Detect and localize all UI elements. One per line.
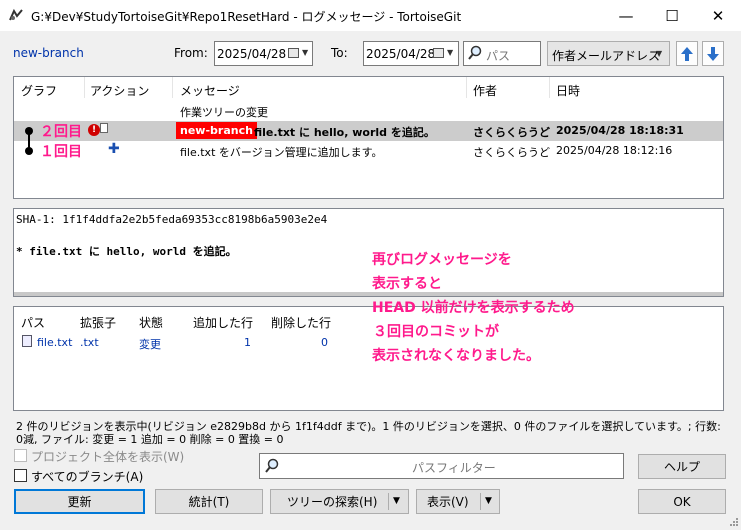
chevron-down-icon: ▼ [302, 48, 309, 57]
help-button[interactable]: ヘルプ [638, 454, 726, 479]
column-header-added[interactable]: 追加した行 [193, 314, 253, 331]
chevron-down-icon[interactable]: ▼ [393, 496, 400, 506]
annotation-line: ３回目のコミットが [373, 324, 499, 340]
prev-page-button[interactable] [676, 41, 698, 66]
checkbox-label: すべてのブランチ(A) [31, 470, 144, 484]
commit-body-text: * file.txt に hello, world を追記。 [16, 245, 237, 258]
annotation-note: 再びログメッセージを 表示すると HEAD 以前だけを表示するため ３回目のコミ… [372, 248, 632, 368]
split-divider [388, 493, 389, 510]
header-divider [549, 77, 550, 98]
tree-search-label: ツリーの探索(H) [287, 495, 378, 509]
sha-text: SHA-1: 1f1f4ddfa2e2b5feda69353cc8198b6a5… [16, 213, 328, 226]
file-ext-cell: .txt [80, 336, 99, 349]
window-title: G:¥Dev¥StudyTortoiseGit¥Repo1ResetHard -… [31, 10, 462, 24]
arrow-down-icon [707, 46, 719, 61]
status-line: 2 件のリビジョンを表示中(リビジョン e2829b8d から 1f1f4ddf… [16, 420, 721, 433]
checkbox-label: プロジェクト全体を表示(W) [31, 450, 185, 464]
table-row[interactable]: file.txt .txt 変更 1 0 [14, 333, 334, 351]
ok-button[interactable]: OK [638, 489, 726, 514]
tree-search-button[interactable]: ツリーの探索(H) ▼ [270, 489, 409, 514]
date-cell: 2025/04/28 18:12:16 [556, 144, 673, 157]
path-filter-placeholder: パスフィルター [412, 461, 496, 475]
maximize-button[interactable]: ☐ [649, 0, 695, 31]
column-header-extension[interactable]: 拡張子 [80, 314, 116, 331]
close-button[interactable]: ✕ [695, 0, 741, 31]
app-icon [8, 8, 24, 22]
file-added-cell: 1 [244, 336, 251, 349]
table-row[interactable]: １回目 ✚ file.txt をバージョン管理に追加します。 さくらくらうど 2… [14, 141, 723, 161]
chevron-down-icon: ▼ [656, 49, 663, 58]
resize-grip-icon[interactable] [728, 516, 739, 527]
column-header-path[interactable]: パス [21, 314, 45, 331]
to-date-value: 2025/04/28 [366, 47, 436, 61]
to-date-picker[interactable]: 2025/04/28 ▼ [363, 41, 459, 66]
from-date-picker[interactable]: 2025/04/28 ▼ [214, 41, 313, 66]
search-icon [467, 45, 483, 64]
date-cell: 2025/04/28 18:18:31 [556, 124, 684, 137]
status-text: 2 件のリビジョンを表示中(リビジョン e2829b8d から 1f1f4ddf… [16, 420, 721, 444]
annotation-line: 表示されなくなりました。 [372, 348, 540, 364]
chevron-down-icon[interactable]: ▼ [485, 496, 492, 506]
to-label: To: [331, 46, 348, 60]
branch-tag: new-branch [176, 122, 257, 139]
annotation-label: ２回目 [40, 124, 82, 140]
file-path-cell: file.txt [37, 336, 73, 349]
arrow-up-icon [681, 46, 693, 61]
chevron-down-icon: ▼ [447, 48, 454, 57]
header-divider [84, 77, 85, 98]
document-icon [100, 123, 108, 133]
view-label: 表示(V) [427, 495, 469, 509]
calendar-icon [288, 48, 299, 58]
from-label: From: [174, 46, 208, 60]
column-header-status[interactable]: 状態 [139, 314, 163, 331]
annotation-label: １回目 [40, 144, 82, 160]
message-cell: 作業ツリーの変更 [180, 106, 268, 119]
branch-link[interactable]: new-branch [13, 46, 84, 60]
column-header-date[interactable]: 日時 [556, 82, 580, 99]
refresh-button[interactable]: 更新 [14, 489, 145, 514]
from-date-value: 2025/04/28 [217, 47, 287, 61]
annotation-line: 再びログメッセージを [372, 252, 512, 268]
status-line: 0減, ファイル: 変更 = 1 追加 = 0 削除 = 0 置換 = 0 [16, 433, 284, 444]
annotation-line: HEAD 以前だけを表示するため [372, 300, 575, 316]
message-cell: file.txt をバージョン管理に追加します。 [180, 146, 383, 159]
file-icon [22, 335, 32, 347]
search-placeholder: パス [486, 49, 511, 63]
minimize-button[interactable]: — [603, 0, 649, 31]
column-header-message[interactable]: メッセージ [180, 82, 240, 99]
checkbox-box [14, 449, 27, 462]
column-header-action[interactable]: アクション [90, 82, 149, 99]
project-all-checkbox[interactable]: プロジェクト全体を表示(W) [14, 448, 234, 464]
annotation-line: 表示すると [372, 276, 442, 292]
search-icon [264, 458, 280, 477]
checkbox-box [14, 469, 27, 482]
search-field-combo[interactable]: 作者メールアドレス ▼ [547, 41, 670, 66]
search-field-value: 作者メールアドレス [552, 49, 661, 63]
path-filter-input[interactable]: パスフィルター [259, 453, 624, 479]
stats-button[interactable]: 統計(T) [155, 489, 263, 514]
search-input[interactable]: パス [463, 41, 541, 66]
column-header-graph[interactable]: グラフ [21, 82, 57, 99]
conflict-icon: ! [88, 124, 100, 136]
table-row[interactable]: 作業ツリーの変更 [14, 101, 723, 121]
calendar-icon [433, 48, 444, 58]
header-divider [466, 77, 467, 98]
file-deleted-cell: 0 [321, 336, 328, 349]
column-header-deleted[interactable]: 削除した行 [271, 314, 331, 331]
log-table[interactable]: グラフ アクション メッセージ 作者 日時 作業ツリーの変更 ２回目 ! new… [13, 76, 724, 199]
header-divider [172, 77, 173, 98]
add-icon: ✚ [108, 141, 120, 157]
all-branches-checkbox[interactable]: すべてのブランチ(A) [14, 468, 214, 484]
graph-node [25, 127, 33, 135]
author-cell: さくらくらうど [473, 126, 550, 139]
next-page-button[interactable] [702, 41, 724, 66]
message-cell: file.txt に hello, world を追記。 [254, 126, 435, 139]
column-header-author[interactable]: 作者 [473, 82, 497, 99]
view-button[interactable]: 表示(V) ▼ [416, 489, 500, 514]
author-cell: さくらくらうど [473, 146, 550, 159]
split-divider [480, 493, 481, 510]
table-row-selected[interactable]: ２回目 ! new-branch file.txt に hello, world… [14, 121, 723, 141]
file-status-cell: 変更 [139, 338, 161, 351]
